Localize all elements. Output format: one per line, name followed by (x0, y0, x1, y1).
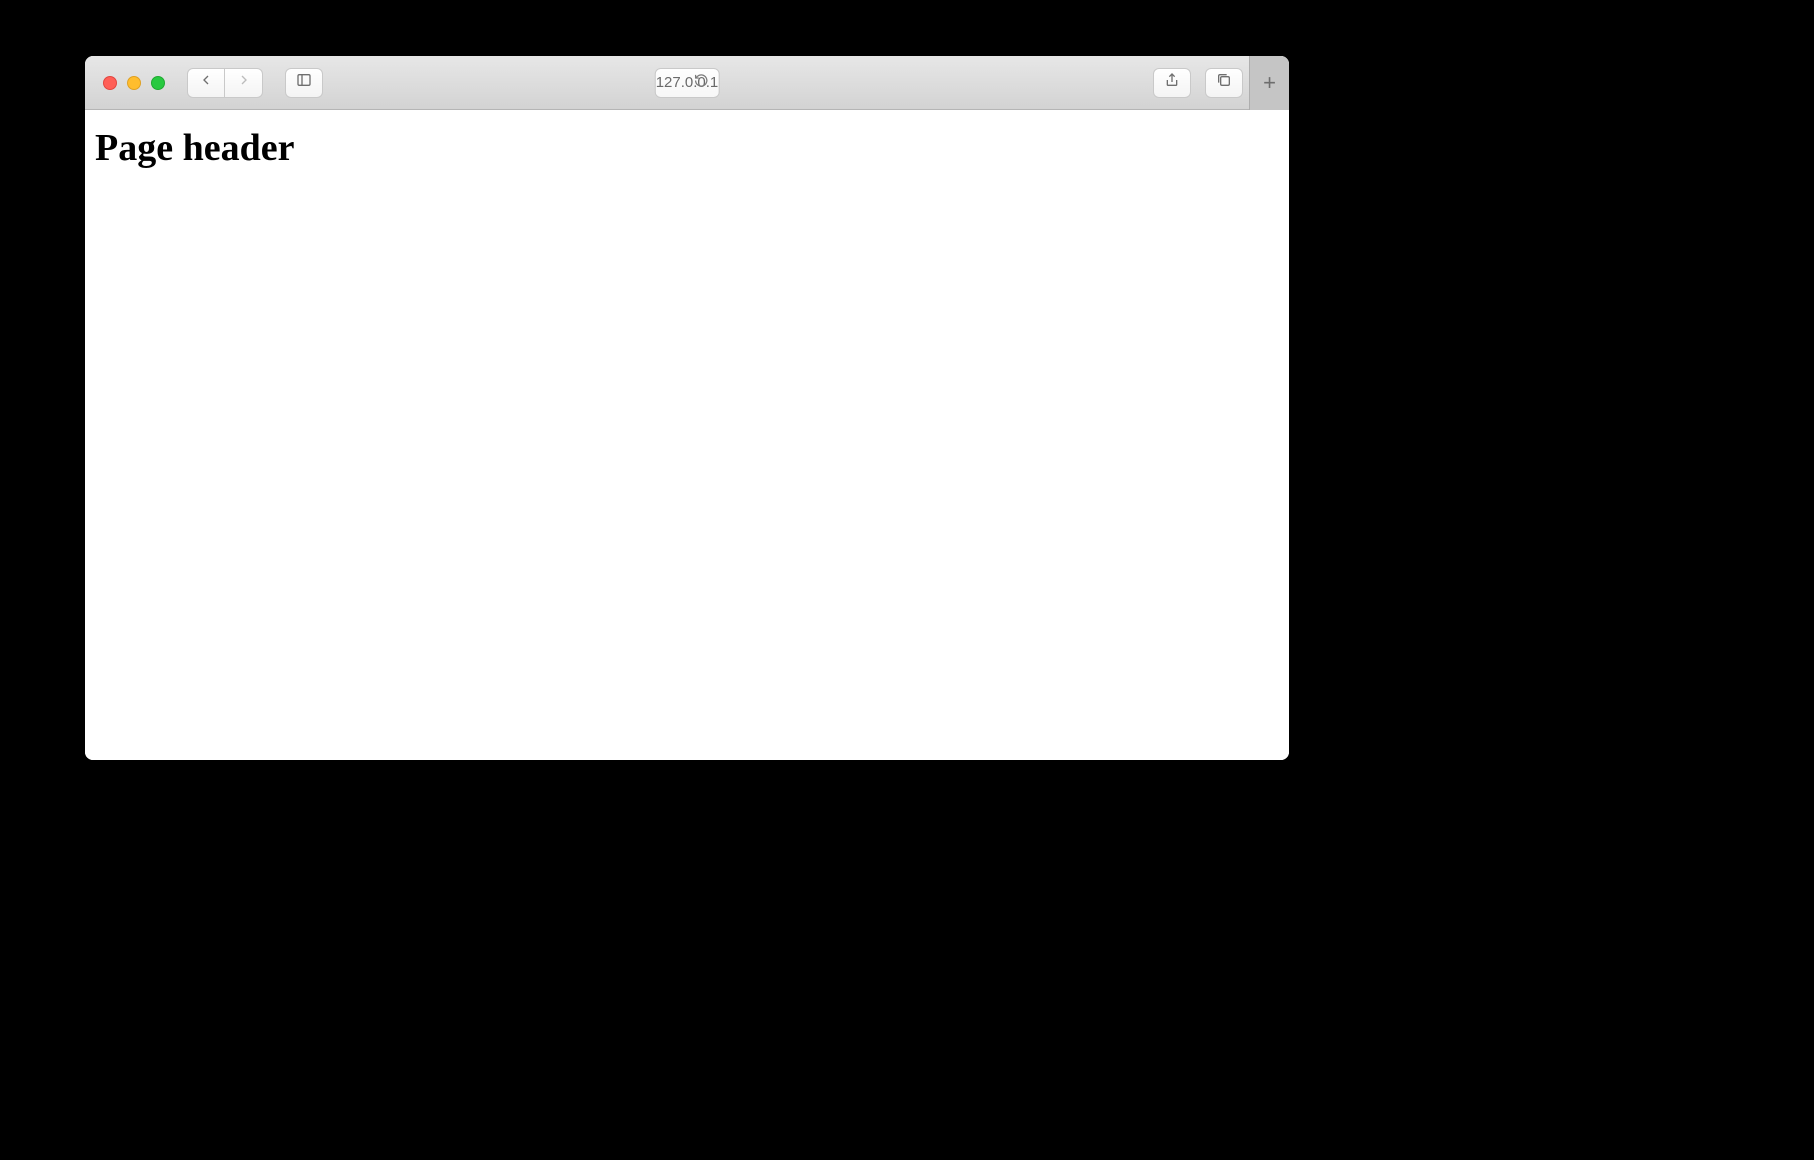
titlebar: 127.0.0.1 + (85, 56, 1289, 110)
reload-button[interactable] (693, 73, 708, 92)
tabs-button[interactable] (1205, 68, 1243, 98)
address-bar[interactable]: 127.0.0.1 (655, 68, 720, 98)
nav-buttons (187, 68, 263, 98)
new-tab-button[interactable]: + (1249, 56, 1289, 110)
window-close-button[interactable] (103, 76, 117, 90)
page-title: Page header (95, 126, 1279, 170)
forward-button[interactable] (225, 68, 263, 98)
reload-icon (693, 73, 708, 92)
browser-window: 127.0.0.1 + Page head (85, 56, 1289, 760)
sidebar-toggle-button[interactable] (285, 68, 323, 98)
share-icon (1164, 72, 1180, 93)
window-controls (103, 76, 165, 90)
chevron-right-icon (236, 72, 252, 93)
back-button[interactable] (187, 68, 225, 98)
right-toolbar: + (1153, 56, 1279, 110)
window-zoom-button[interactable] (151, 76, 165, 90)
page-content: Page header (85, 110, 1289, 760)
share-button[interactable] (1153, 68, 1191, 98)
address-text: 127.0.0.1 (656, 74, 719, 91)
plus-icon: + (1263, 70, 1276, 96)
sidebar-icon (296, 72, 312, 93)
tabs-overview-icon (1216, 72, 1232, 93)
window-minimize-button[interactable] (127, 76, 141, 90)
chevron-left-icon (198, 72, 214, 93)
